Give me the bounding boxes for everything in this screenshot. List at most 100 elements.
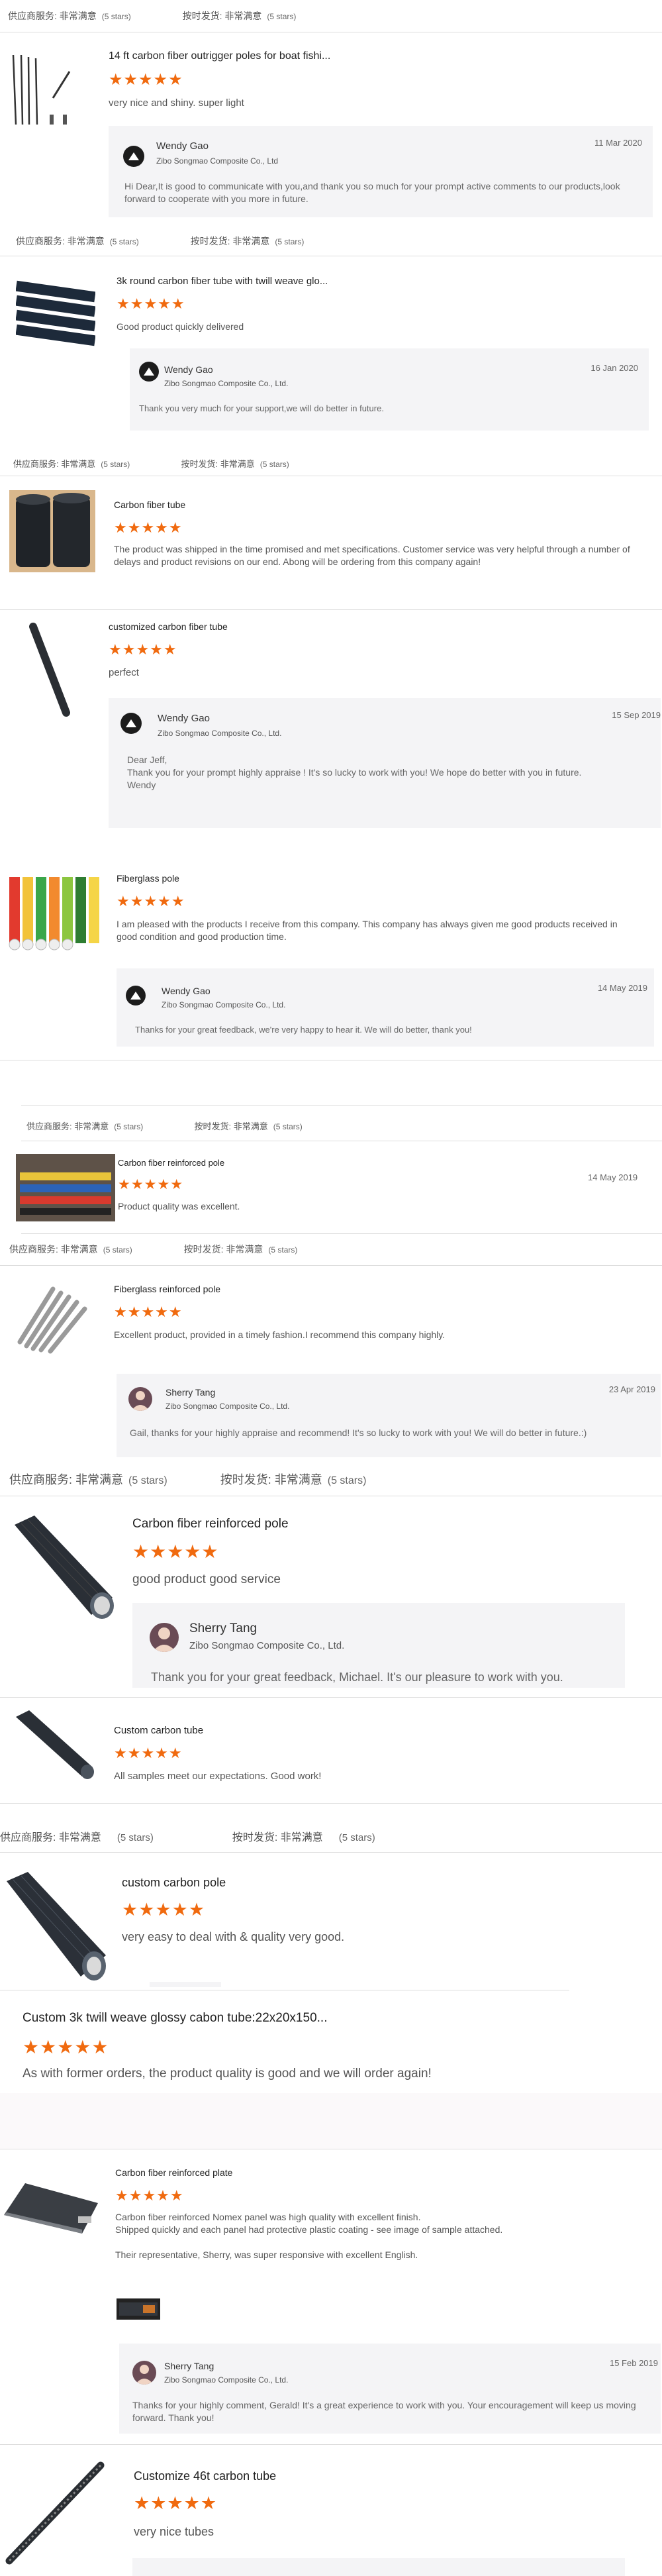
avatar [128, 1387, 152, 1411]
product-image[interactable] [8, 1512, 114, 1622]
product-image[interactable] [16, 274, 95, 354]
review-title[interactable]: 14 ft carbon fiber outrigger poles for b… [109, 50, 330, 62]
review-comment: As with former orders, the product quali… [23, 2067, 432, 2081]
reply-text: Gail, thanks for your highly appraise an… [130, 1427, 587, 1438]
divider [0, 609, 662, 610]
review-title[interactable]: Customize 46t carbon tube [134, 2469, 276, 2483]
stars-count: (5 stars) [101, 460, 130, 469]
reply-text: Thanks for your great feedback, we're ve… [135, 1025, 472, 1035]
seller-reply: Wendy Gao Zibo Songmao Composite Co., Lt… [117, 968, 654, 1047]
star-rating: ★★★★★ [117, 893, 185, 909]
on-time-label: 按时发货: 非常满意 [182, 11, 262, 21]
reply-date: 14 May 2019 [597, 983, 647, 993]
seller-reply: Sherry Tang Zibo Songmao Composite Co., … [119, 2344, 661, 2434]
star-rating: ★★★★★ [117, 295, 185, 312]
review-title[interactable]: Carbon fiber reinforced pole [132, 1517, 289, 1531]
reply-date: 15 Sep 2019 [612, 710, 661, 720]
divider [0, 2444, 662, 2445]
reply-date: 15 Feb 2019 [609, 2358, 658, 2368]
product-image[interactable] [7, 872, 105, 958]
review-comment: perfect [109, 667, 139, 678]
rating-line: 供应商服务: 非常满意 (5 stars) 按时发货: 非常满意 (5 stars) [16, 234, 304, 248]
stars-count: (5 stars) [109, 237, 139, 246]
review-title[interactable]: custom carbon pole [122, 1876, 226, 1890]
on-time-label: 按时发货: 非常满意 [190, 236, 270, 246]
reply-preview [150, 1982, 221, 1987]
star-rating: ★★★★★ [114, 1304, 183, 1320]
stars-count: (5 stars) [103, 1245, 132, 1255]
divider [21, 1105, 662, 1106]
reply-date: 11 Mar 2020 [594, 138, 642, 148]
stars-count: (5 stars) [260, 460, 289, 469]
seller-reply [132, 2558, 625, 2576]
star-rating: ★★★★★ [109, 641, 177, 658]
reply-name: Wendy Gao [164, 364, 213, 375]
on-time-label: 按时发货: 非常满意 [194, 1121, 268, 1131]
stars-count: (5 stars) [268, 1245, 298, 1255]
seller-reply: Sherry Tang Zibo Songmao Composite Co., … [117, 1374, 661, 1457]
product-image[interactable] [13, 1708, 95, 1780]
divider [0, 1852, 662, 1853]
review-comment: Product quality was excellent. [118, 1201, 240, 1211]
avatar [150, 1623, 179, 1652]
review-comment: Good product quickly delivered [117, 321, 244, 332]
star-rating: ★★★★★ [132, 1541, 219, 1562]
product-image[interactable] [1, 1869, 107, 1982]
on-time-label: 按时发货: 非常满意 [232, 1832, 323, 1843]
reply-company: Zibo Songmao Composite Co., Ltd [156, 156, 279, 166]
reply-text: Hi Dear,It is good to communicate with y… [124, 181, 620, 204]
product-image[interactable] [9, 490, 95, 572]
reply-company: Zibo Songmao Composite Co., Ltd. [158, 729, 282, 738]
rating-line: 供应商服务: 非常满意 (5 stars) 按时发货: 非常满意 (5 stars) [0, 1828, 375, 1844]
stars-count: (5 stars) [101, 12, 131, 21]
avatar [120, 713, 142, 734]
review-title[interactable]: Fiberglass reinforced pole [114, 1284, 220, 1294]
stars-count: (5 stars) [275, 237, 305, 246]
supplier-service-label: 供应商服务: 非常满意 [26, 1121, 109, 1131]
review-comment: very easy to deal with & quality very go… [122, 1930, 345, 1943]
attachment-thumbnail[interactable] [117, 2298, 160, 2320]
review-title[interactable]: Carbon fiber tube [114, 499, 185, 510]
product-image[interactable] [13, 620, 86, 719]
avatar [126, 986, 146, 1005]
review-title[interactable]: Carbon fiber reinforced pole [118, 1158, 224, 1168]
rating-line: 供应商服务: 非常满意 (5 stars) 按时发货: 非常满意 (5 stars) [13, 457, 289, 470]
product-image[interactable] [7, 52, 81, 130]
review-title[interactable]: Custom carbon tube [114, 1725, 203, 1736]
supplier-service-label: 供应商服务: 非常满意 [9, 1473, 124, 1486]
product-image[interactable] [16, 1154, 115, 1221]
supplier-service-label: 供应商服务: 非常满意 [13, 459, 96, 469]
reply-name: Wendy Gao [162, 986, 211, 996]
star-rating: ★★★★★ [134, 2493, 218, 2513]
supplier-service-label: 供应商服务: 非常满意 [0, 1832, 101, 1843]
reply-date: 16 Jan 2020 [591, 363, 638, 373]
review-title[interactable]: Fiberglass pole [117, 873, 179, 884]
product-image[interactable] [1, 2179, 101, 2235]
review-title[interactable]: customized carbon fiber tube [109, 621, 228, 632]
review-comment: very nice tubes [134, 2525, 214, 2538]
review-title[interactable]: Custom 3k twill weave glossy cabon tube:… [23, 2011, 327, 2026]
reply-company: Zibo Songmao Composite Co., Ltd. [164, 379, 289, 388]
reply-company: Zibo Songmao Composite Co., Ltd. [162, 1000, 286, 1009]
reply-text: Thanks for your highly comment, Gerald! … [132, 2400, 636, 2423]
divider [21, 1233, 662, 1234]
review-comment: All samples meet our expectations. Good … [114, 1771, 322, 1782]
reply-company: Zibo Songmao Composite Co., Ltd. [189, 1640, 345, 1651]
reply-text: Thank you for your great feedback, Micha… [151, 1671, 563, 1684]
stars-count: (5 stars) [273, 1122, 303, 1131]
product-image[interactable] [1, 2456, 110, 2569]
star-rating: ★★★★★ [114, 1745, 183, 1761]
product-image[interactable] [13, 1282, 95, 1357]
review-title[interactable]: Carbon fiber reinforced plate [115, 2167, 232, 2178]
avatar [123, 146, 144, 167]
on-time-label: 按时发货: 非常满意 [183, 1244, 263, 1255]
reply-text: Dear Jeff, Thank you for your prompt hig… [127, 754, 582, 790]
seller-reply: Wendy Gao Zibo Songmao Composite Co., Lt… [109, 698, 661, 828]
stars-count: (5 stars) [267, 12, 297, 21]
star-rating: ★★★★★ [115, 2187, 184, 2204]
review-title[interactable]: 3k round carbon fiber tube with twill we… [117, 276, 328, 287]
stars-count: (5 stars) [338, 1832, 375, 1843]
spacer [0, 2093, 662, 2149]
reply-name: Sherry Tang [164, 2361, 214, 2371]
seller-reply: Sherry Tang Zibo Songmao Composite Co., … [132, 1603, 625, 1688]
